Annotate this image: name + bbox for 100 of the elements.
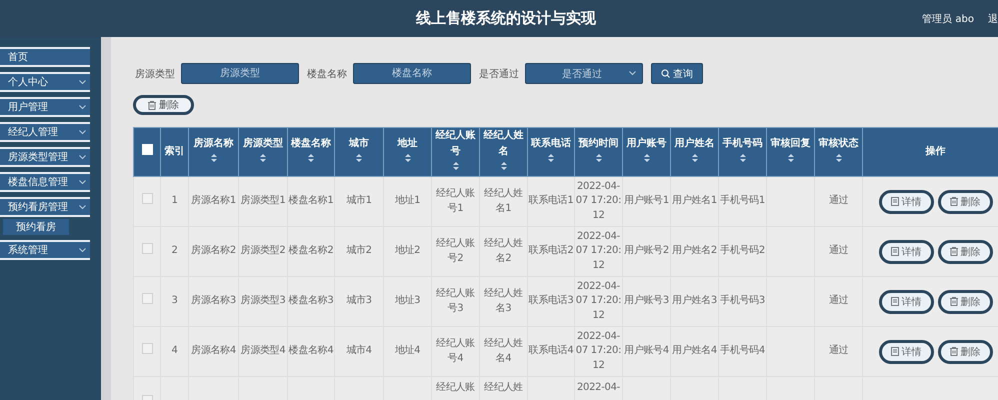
header-cell[interactable]: 房源类型: [238, 128, 288, 176]
table-cell: 经纪人姓: [480, 376, 528, 400]
chevron-down-icon: [79, 104, 86, 110]
table-cell: 经纪人账号1: [432, 176, 480, 226]
table-cell: 经纪人姓名3: [480, 276, 528, 326]
header-cell: 操作: [862, 128, 998, 176]
sidebar-item[interactable]: 用户管理: [0, 97, 90, 117]
table-cell: 2: [160, 226, 188, 276]
table-cell: 房源类型4: [238, 326, 288, 376]
sidebar-item[interactable]: 预约看房管理: [0, 197, 90, 217]
sort-icon: [788, 154, 794, 162]
sort-icon: [836, 154, 842, 162]
sort-icon: [644, 154, 650, 162]
header-cell[interactable]: 用户姓名: [670, 128, 718, 176]
table-cell: 4: [160, 326, 188, 376]
table-cell: 用户账号2: [622, 226, 670, 276]
table-cell: 2022-04-07 17:20:12: [574, 326, 622, 376]
header-cell[interactable]: 经纪人姓名: [480, 128, 528, 176]
table-cell: 用户姓名3: [670, 276, 718, 326]
chevron-down-icon: [79, 130, 86, 134]
sidebar-item[interactable]: 经纪人管理: [0, 122, 90, 142]
input-field[interactable]: 房源类型: [181, 63, 299, 84]
sort-icon: [548, 154, 554, 162]
sidebar-item[interactable]: 楼盘信息管理: [0, 172, 90, 192]
table-cell: 联系电话4: [528, 326, 574, 376]
input-field[interactable]: 楼盘名称: [353, 63, 471, 84]
sidebar-item[interactable]: 个人中心: [0, 72, 90, 92]
table-cell: 城市1: [334, 176, 384, 226]
table-cell: 3: [160, 276, 188, 326]
detail-button[interactable]: 详情: [878, 340, 934, 364]
table-cell: 联系电话1: [528, 176, 574, 226]
document-icon: [890, 347, 898, 356]
trash-icon: [148, 100, 156, 110]
table-cell: 用户账号4: [622, 326, 670, 376]
chevron-down-icon: [79, 204, 86, 210]
delete-button[interactable]: 删除: [938, 340, 992, 364]
detail-button[interactable]: 详情: [878, 240, 934, 264]
table-cell: 经纪人账号3: [432, 276, 480, 326]
table-cell: 房源名称1: [188, 176, 238, 226]
header-cell[interactable]: 审核回复: [766, 128, 814, 176]
row-checkbox[interactable]: [142, 243, 152, 254]
table-cell: 用户姓名2: [670, 226, 718, 276]
search-button[interactable]: 查询: [651, 63, 703, 84]
delete-button[interactable]: 删除: [133, 95, 194, 115]
table-cell: 城市2: [334, 226, 384, 276]
header-cell[interactable]: 用户账号: [622, 128, 670, 176]
search-icon: [661, 69, 670, 78]
table-cell: 用户姓名1: [670, 176, 718, 226]
delete-button[interactable]: 删除: [938, 240, 992, 264]
table-cell: 经纪人姓名4: [480, 326, 528, 376]
table-cell: 1: [160, 176, 188, 226]
header-cell[interactable]: 联系电话: [528, 128, 574, 176]
header-cell[interactable]: 经纪人账号: [432, 128, 480, 176]
table-cell: 手机号码4: [718, 326, 766, 376]
delete-button[interactable]: 删除: [938, 190, 992, 214]
header-cell[interactable]: 房源名称: [188, 128, 238, 176]
document-icon: [890, 197, 898, 206]
table-cell: 楼盘名称3: [288, 276, 334, 326]
sidebar-subitem[interactable]: 预约看房: [3, 219, 69, 235]
chevron-down-icon: [629, 71, 636, 76]
sort-icon: [692, 154, 698, 162]
chevron-down-icon: [79, 154, 86, 160]
table-cell: 楼盘名称4: [288, 326, 334, 376]
select-field[interactable]: 是否通过: [525, 63, 643, 84]
table-cell: 地址3: [384, 276, 432, 326]
header-cell[interactable]: 审核状态: [814, 128, 862, 176]
trash-icon: [950, 297, 958, 306]
row-checkbox[interactable]: [142, 343, 152, 354]
table-cell: 手机号码3: [718, 276, 766, 326]
sidebar-item[interactable]: 房源类型管理: [0, 147, 90, 167]
header-cell[interactable]: 预约时间: [574, 128, 622, 176]
table-cell: 房源名称4: [188, 326, 238, 376]
table-cell: 用户姓名4: [670, 326, 718, 376]
header-cell[interactable]: 地址: [384, 128, 432, 176]
table-cell: 2022-04-07 17:20:12: [574, 176, 622, 226]
table-cell: 通过: [814, 276, 862, 326]
row-checkbox[interactable]: [142, 193, 152, 204]
table-cell: 楼盘名称2: [288, 226, 334, 276]
select-all-checkbox[interactable]: [142, 144, 152, 154]
document-icon: [890, 247, 898, 256]
header-cell[interactable]: 城市: [334, 128, 384, 176]
row-checkbox[interactable]: [142, 293, 152, 304]
table-cell: 地址4: [384, 326, 432, 376]
sort-icon: [596, 154, 602, 162]
table-cell: 房源类型1: [238, 176, 288, 226]
table-cell: 通过: [814, 226, 862, 276]
table-cell: 通过: [814, 176, 862, 226]
delete-button[interactable]: 删除: [938, 290, 992, 314]
header-cell[interactable]: 手机号码: [718, 128, 766, 176]
sidebar-item[interactable]: 系统管理: [0, 240, 90, 260]
detail-button[interactable]: 详情: [878, 190, 934, 214]
sort-icon: [740, 154, 746, 162]
logout-link[interactable]: 退: [988, 12, 998, 26]
sort-icon: [260, 154, 266, 162]
document-icon: [890, 297, 898, 306]
detail-button[interactable]: 详情: [878, 290, 934, 314]
header-cell[interactable]: 楼盘名称: [288, 128, 334, 176]
sidebar-item[interactable]: 首页: [0, 47, 90, 67]
trash-icon: [950, 197, 958, 206]
table-cell: 2022-04-: [574, 376, 622, 400]
